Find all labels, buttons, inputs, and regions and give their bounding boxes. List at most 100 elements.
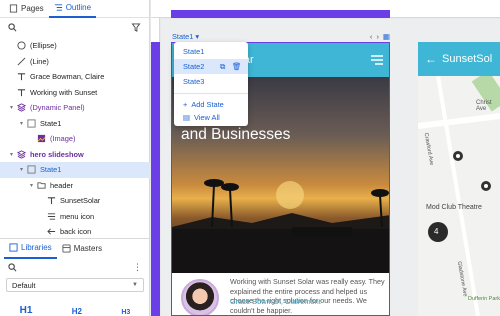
masters-icon bbox=[62, 244, 71, 253]
outline-search-row bbox=[0, 18, 149, 36]
tree-item-label: menu icon bbox=[60, 211, 95, 221]
add-state-button[interactable]: + Add State bbox=[174, 98, 248, 111]
tree-item-label: (Image) bbox=[50, 134, 76, 144]
avatar bbox=[181, 279, 219, 315]
library-widgets: H1 H2 H3 bbox=[0, 300, 150, 316]
outline-icon bbox=[54, 4, 62, 11]
widget-h1[interactable]: H1 bbox=[20, 305, 33, 316]
menu-icon[interactable] bbox=[371, 55, 383, 65]
widget-h2[interactable]: H2 bbox=[72, 307, 82, 316]
delete-icon[interactable]: 🗑 bbox=[232, 62, 241, 71]
tree-item-label: Grace Bowman, Claire bbox=[30, 72, 105, 82]
ruler-selection-horizontal bbox=[171, 10, 390, 18]
tree-item-label: header bbox=[50, 180, 74, 190]
tree-item-label: hero slideshow bbox=[30, 149, 84, 159]
tree-item[interactable]: (Image) bbox=[0, 131, 150, 147]
tab-pages-label: Pages bbox=[21, 4, 44, 13]
list-icon: ▤ bbox=[183, 113, 190, 122]
library-tabs: Libraries Masters bbox=[0, 238, 150, 259]
testimonial-author: Grace Bowman, Clairemont bbox=[230, 297, 321, 306]
library-search-row: ⋮ bbox=[0, 259, 150, 275]
text-icon bbox=[16, 72, 26, 82]
more-options-icon[interactable]: ⋮ bbox=[133, 262, 142, 273]
divider bbox=[174, 93, 248, 94]
outline-tree: (Ellipse) (Line) Grace Bowman, Claire Worki… bbox=[0, 38, 150, 240]
library-dropdown[interactable]: Default ▼ bbox=[6, 278, 144, 292]
library-dropdown-value: Default bbox=[12, 280, 36, 290]
tree-item[interactable]: ▾ (Dynamic Panel) bbox=[0, 100, 150, 116]
tree-item[interactable]: SunsetSolar bbox=[0, 193, 150, 209]
state-nav: ‹ › ▦ bbox=[370, 32, 390, 41]
map-label-dufferin: Dufferin Park bbox=[468, 296, 500, 302]
testimonial: Working with Sunset Solar was really eas… bbox=[172, 273, 389, 315]
tab-outline-label: Outline bbox=[65, 3, 92, 12]
line-icon bbox=[16, 56, 26, 66]
map-label-christ: Christ Ave bbox=[476, 100, 492, 112]
view-all-button[interactable]: ▤ View All bbox=[174, 111, 248, 124]
pages-icon bbox=[9, 4, 18, 13]
tree-item[interactable]: Working with Sunset bbox=[0, 85, 150, 101]
brand-text: SunsetSol bbox=[442, 53, 493, 65]
state-dropdown-menu: State1 State2 ⧉ 🗑 State3 + Add State ▤ Vie… bbox=[174, 42, 248, 126]
tree-item[interactable]: (Line) bbox=[0, 54, 150, 70]
state-icon bbox=[26, 118, 36, 128]
plus-icon: + bbox=[183, 100, 188, 109]
tab-libraries[interactable]: Libraries bbox=[4, 239, 57, 259]
left-panel: Pages Outline (Ellipse) (Line) Grace Bowma… bbox=[0, 0, 150, 316]
chevron-down-icon[interactable]: ▾ bbox=[28, 182, 35, 189]
back-arrow-icon[interactable]: ← bbox=[425, 52, 437, 66]
state-icon bbox=[26, 165, 36, 175]
state-item-1[interactable]: State1 bbox=[174, 44, 248, 59]
state-item-2[interactable]: State2 ⧉ 🗑 bbox=[174, 59, 248, 74]
text-icon bbox=[46, 196, 56, 206]
folder-icon bbox=[36, 180, 46, 190]
tab-pages[interactable]: Pages bbox=[4, 0, 49, 18]
tree-item[interactable]: ▾ hero slideshow bbox=[0, 147, 150, 163]
tree-item[interactable]: ▾ State1 bbox=[0, 162, 150, 178]
chevron-down-icon[interactable]: ▾ bbox=[18, 120, 25, 127]
tree-item[interactable]: ▾ State1 bbox=[0, 116, 150, 132]
chevron-right-icon[interactable]: › bbox=[376, 32, 378, 41]
filter-icon[interactable] bbox=[131, 22, 141, 32]
menu-icon bbox=[46, 211, 56, 221]
ruler-selection-vertical bbox=[151, 42, 160, 316]
state-item-3[interactable]: State3 bbox=[174, 74, 248, 89]
state-selector[interactable]: State1 ▾ bbox=[172, 32, 199, 41]
chevron-down-icon[interactable]: ▾ bbox=[8, 104, 15, 111]
headline-line: and Businesses bbox=[181, 126, 291, 143]
widget-h3[interactable]: H3 bbox=[121, 309, 130, 316]
state-bar: State1 ▾ ‹ › ▦ bbox=[172, 30, 390, 42]
map[interactable]: Christ Ave Crawford Ave Mod Club Theatre… bbox=[418, 70, 500, 316]
chevron-down-icon[interactable]: ▾ bbox=[18, 166, 25, 173]
search-icon[interactable] bbox=[8, 262, 17, 272]
libraries-icon bbox=[9, 243, 18, 252]
image-icon bbox=[36, 134, 46, 144]
tree-item-label: (Dynamic Panel) bbox=[30, 103, 85, 113]
tree-item[interactable]: (Ellipse) bbox=[0, 38, 150, 54]
chevron-down-icon[interactable]: ▾ bbox=[8, 151, 15, 158]
tree-item-label: back icon bbox=[60, 227, 92, 237]
tree-item-label: State1 bbox=[40, 165, 62, 175]
back-arrow-icon bbox=[46, 227, 56, 237]
chevron-down-icon: ▼ bbox=[132, 282, 138, 288]
tab-libraries-label: Libraries bbox=[21, 243, 52, 252]
map-label-theatre: Mod Club Theatre bbox=[426, 204, 482, 211]
tree-item-label: SunsetSolar bbox=[60, 196, 101, 206]
grid-icon[interactable]: ▦ bbox=[383, 32, 390, 41]
tree-item-label: State1 bbox=[40, 118, 62, 128]
tree-item[interactable]: Grace Bowman, Claire bbox=[0, 69, 150, 85]
artboard-map[interactable]: ← SunsetSol Christ Ave Crawford Ave Mod … bbox=[418, 42, 500, 316]
testimonial-text: Working with Sunset Solar was really eas… bbox=[230, 277, 385, 315]
panel-tabs: Pages Outline bbox=[0, 0, 149, 18]
text-icon bbox=[16, 87, 26, 97]
ellipse-icon bbox=[16, 41, 26, 51]
duplicate-icon[interactable]: ⧉ bbox=[220, 62, 225, 72]
search-icon[interactable] bbox=[8, 22, 17, 32]
tab-masters[interactable]: Masters bbox=[57, 239, 107, 259]
tree-item[interactable]: menu icon bbox=[0, 209, 150, 225]
dynamic-panel-icon bbox=[16, 149, 26, 159]
map-badge[interactable]: 4 bbox=[434, 227, 438, 236]
tree-item[interactable]: ▾ header bbox=[0, 178, 150, 194]
tab-outline[interactable]: Outline bbox=[48, 0, 97, 18]
chevron-left-icon[interactable]: ‹ bbox=[370, 32, 372, 41]
